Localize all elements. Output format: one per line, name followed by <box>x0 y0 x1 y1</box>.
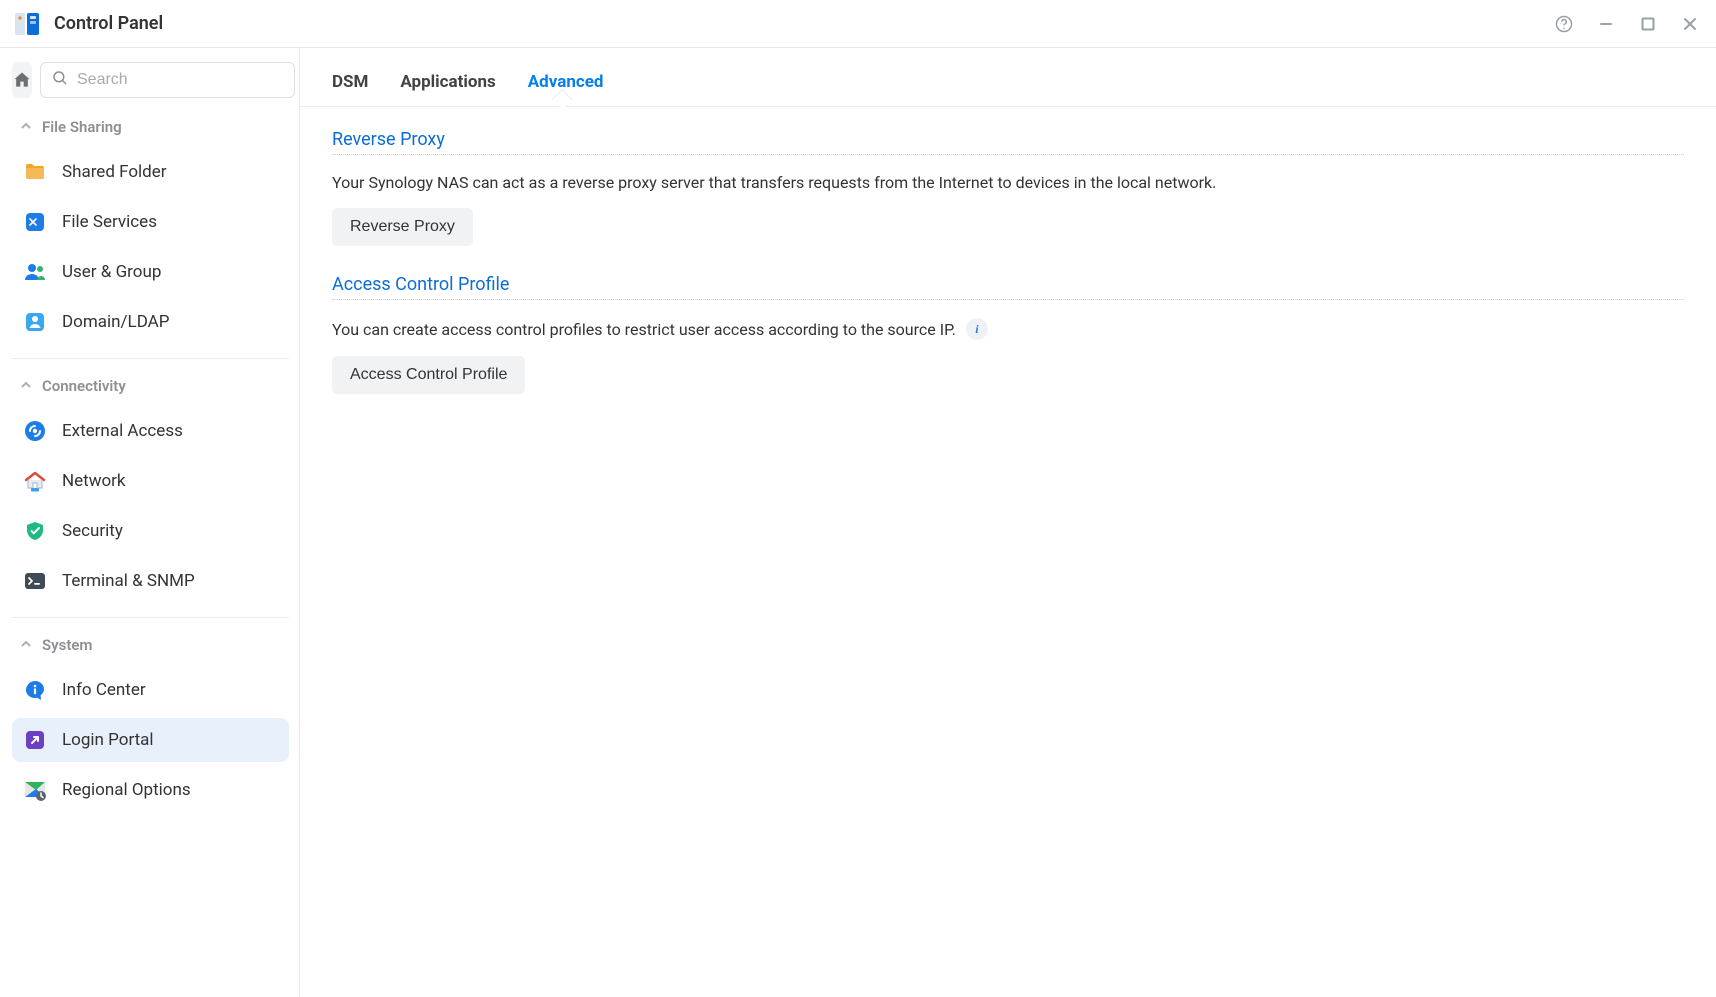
sidebar-item-label: Security <box>62 521 123 541</box>
window-title: Control Panel <box>54 13 1536 34</box>
network-icon <box>22 468 48 494</box>
access-control-profile-button[interactable]: Access Control Profile <box>332 356 525 394</box>
reverse-proxy-button[interactable]: Reverse Proxy <box>332 208 473 246</box>
section-desc-text: You can create access control profiles t… <box>332 320 956 339</box>
search-field[interactable] <box>40 62 295 98</box>
search-input[interactable] <box>77 71 284 89</box>
minimize-button[interactable] <box>1592 10 1620 38</box>
sidebar-item-info-center[interactable]: Info Center <box>12 668 289 712</box>
sidebar-item-network[interactable]: Network <box>12 459 289 503</box>
maximize-button[interactable] <box>1634 10 1662 38</box>
sidebar-item-label: Login Portal <box>62 730 154 750</box>
sidebar-item-user-group[interactable]: User & Group <box>12 250 289 294</box>
tab-advanced[interactable]: Advanced <box>528 72 604 106</box>
sidebar-item-terminal-snmp[interactable]: Terminal & SNMP <box>12 559 289 603</box>
search-icon <box>51 69 69 91</box>
section-label: Connectivity <box>42 377 126 395</box>
file-services-icon <box>22 209 48 235</box>
terminal-icon <box>22 568 48 594</box>
sidebar-item-file-services[interactable]: File Services <box>12 200 289 244</box>
info-icon[interactable]: i <box>966 318 988 340</box>
users-icon <box>22 259 48 285</box>
divider <box>332 154 1684 155</box>
section-header-connectivity[interactable]: Connectivity <box>12 369 289 403</box>
chevron-up-icon <box>20 638 32 653</box>
sidebar-item-shared-folder[interactable]: Shared Folder <box>12 150 289 194</box>
sidebar-item-external-access[interactable]: External Access <box>12 409 289 453</box>
folder-icon <box>22 159 48 185</box>
sidebar-item-regional-options[interactable]: Regional Options <box>12 768 289 812</box>
info-center-icon <box>22 677 48 703</box>
sidebar-item-label: Shared Folder <box>62 162 167 182</box>
external-access-icon <box>22 418 48 444</box>
security-icon <box>22 518 48 544</box>
section-title-reverse-proxy: Reverse Proxy <box>332 129 1684 150</box>
sidebar-item-label: Terminal & SNMP <box>62 571 195 591</box>
app-icon <box>12 9 42 39</box>
section-header-system[interactable]: System <box>12 628 289 662</box>
sidebar: File Sharing Shared Folder File Services… <box>0 48 300 997</box>
close-button[interactable] <box>1676 10 1704 38</box>
section-label: File Sharing <box>42 118 122 136</box>
section-desc-access-control: You can create access control profiles t… <box>332 318 1684 340</box>
tab-applications[interactable]: Applications <box>400 72 495 106</box>
sidebar-item-label: Network <box>62 471 126 491</box>
divider <box>12 358 289 359</box>
login-portal-icon <box>22 727 48 753</box>
titlebar: Control Panel <box>0 0 1716 48</box>
section-title-access-control: Access Control Profile <box>332 274 1684 295</box>
section-label: System <box>42 636 92 654</box>
sidebar-item-label: File Services <box>62 212 157 232</box>
tabs: DSM Applications Advanced <box>300 48 1716 107</box>
section-header-file-sharing[interactable]: File Sharing <box>12 110 289 144</box>
sidebar-item-domain-ldap[interactable]: Domain/LDAP <box>12 300 289 344</box>
divider <box>332 299 1684 300</box>
domain-icon <box>22 309 48 335</box>
sidebar-item-login-portal[interactable]: Login Portal <box>12 718 289 762</box>
home-button[interactable] <box>12 62 32 98</box>
regional-icon <box>22 777 48 803</box>
sidebar-item-label: Domain/LDAP <box>62 312 170 332</box>
tab-dsm[interactable]: DSM <box>332 72 368 106</box>
sidebar-item-label: Regional Options <box>62 780 191 800</box>
chevron-up-icon <box>20 379 32 394</box>
sidebar-item-label: Info Center <box>62 680 146 700</box>
sidebar-item-label: User & Group <box>62 262 161 282</box>
sidebar-item-security[interactable]: Security <box>12 509 289 553</box>
content-area: DSM Applications Advanced Reverse Proxy … <box>300 48 1716 997</box>
sidebar-item-label: External Access <box>62 421 183 441</box>
chevron-up-icon <box>20 120 32 135</box>
help-button[interactable] <box>1550 10 1578 38</box>
divider <box>12 617 289 618</box>
section-desc-reverse-proxy: Your Synology NAS can act as a reverse p… <box>332 173 1684 192</box>
